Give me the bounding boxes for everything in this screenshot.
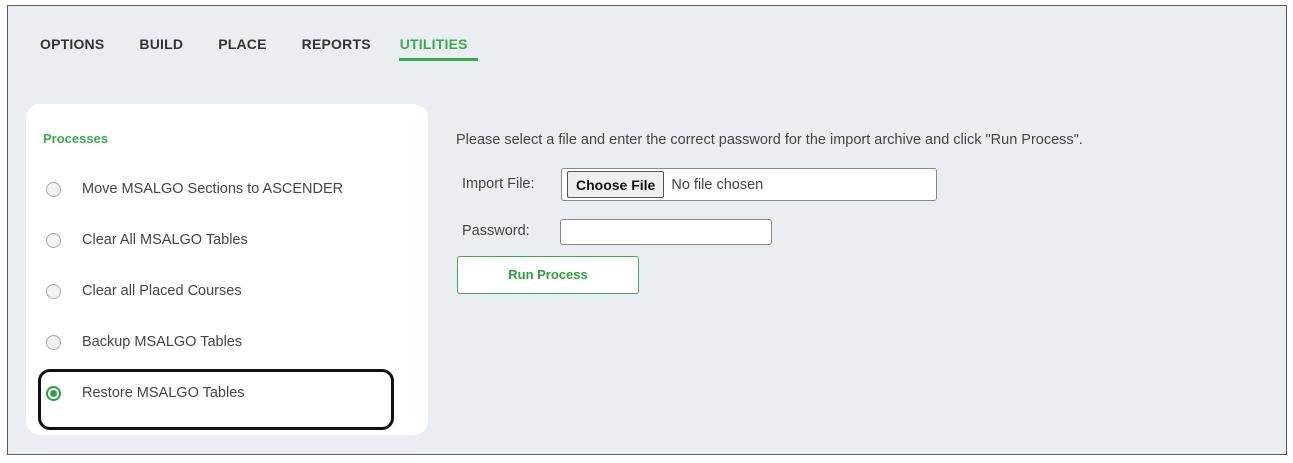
process-clear-all-placed-courses[interactable]: Clear all Placed Courses — [46, 283, 242, 299]
process-label: Clear all Placed Courses — [82, 283, 242, 299]
choose-file-button[interactable]: Choose File — [567, 171, 665, 198]
processes-sidebar: Processes Move MSALGO Sections to ASCEND… — [26, 104, 428, 435]
tab-bar: OPTIONS BUILD PLACE REPORTS UTILITIES — [40, 36, 478, 61]
tab-utilities[interactable]: UTILITIES — [398, 36, 478, 61]
password-label: Password: — [462, 223, 530, 239]
run-process-button[interactable]: Run Process — [457, 256, 639, 294]
process-label: Backup MSALGO Tables — [82, 334, 243, 350]
selection-highlight — [38, 369, 394, 430]
utilities-panel: OPTIONS BUILD PLACE REPORTS UTILITIES Pr… — [7, 5, 1287, 455]
process-label: Move MSALGO Sections to ASCENDER — [82, 181, 344, 197]
process-label: Clear All MSALGO Tables — [82, 232, 248, 248]
password-input[interactable] — [560, 219, 772, 245]
radio-button[interactable] — [46, 181, 61, 197]
processes-title: Processes — [43, 131, 109, 146]
import-file-label: Import File: — [462, 176, 535, 192]
radio-button[interactable] — [46, 232, 61, 248]
process-backup-msalgo-tables[interactable]: Backup MSALGO Tables — [46, 334, 242, 350]
import-file-input[interactable]: Choose File No file chosen — [561, 168, 937, 201]
tab-options[interactable]: OPTIONS — [40, 36, 104, 61]
radio-button[interactable] — [46, 334, 61, 350]
instructions-text: Please select a file and enter the corre… — [456, 132, 1083, 148]
tab-build[interactable]: BUILD — [139, 36, 183, 61]
radio-button[interactable] — [46, 283, 61, 299]
tab-reports[interactable]: REPORTS — [302, 36, 371, 61]
no-file-chosen-text: No file chosen — [671, 176, 764, 193]
process-move-msalgo-sections[interactable]: Move MSALGO Sections to ASCENDER — [46, 181, 343, 197]
process-clear-all-msalgo-tables[interactable]: Clear All MSALGO Tables — [46, 232, 248, 248]
tab-place[interactable]: PLACE — [218, 36, 266, 61]
